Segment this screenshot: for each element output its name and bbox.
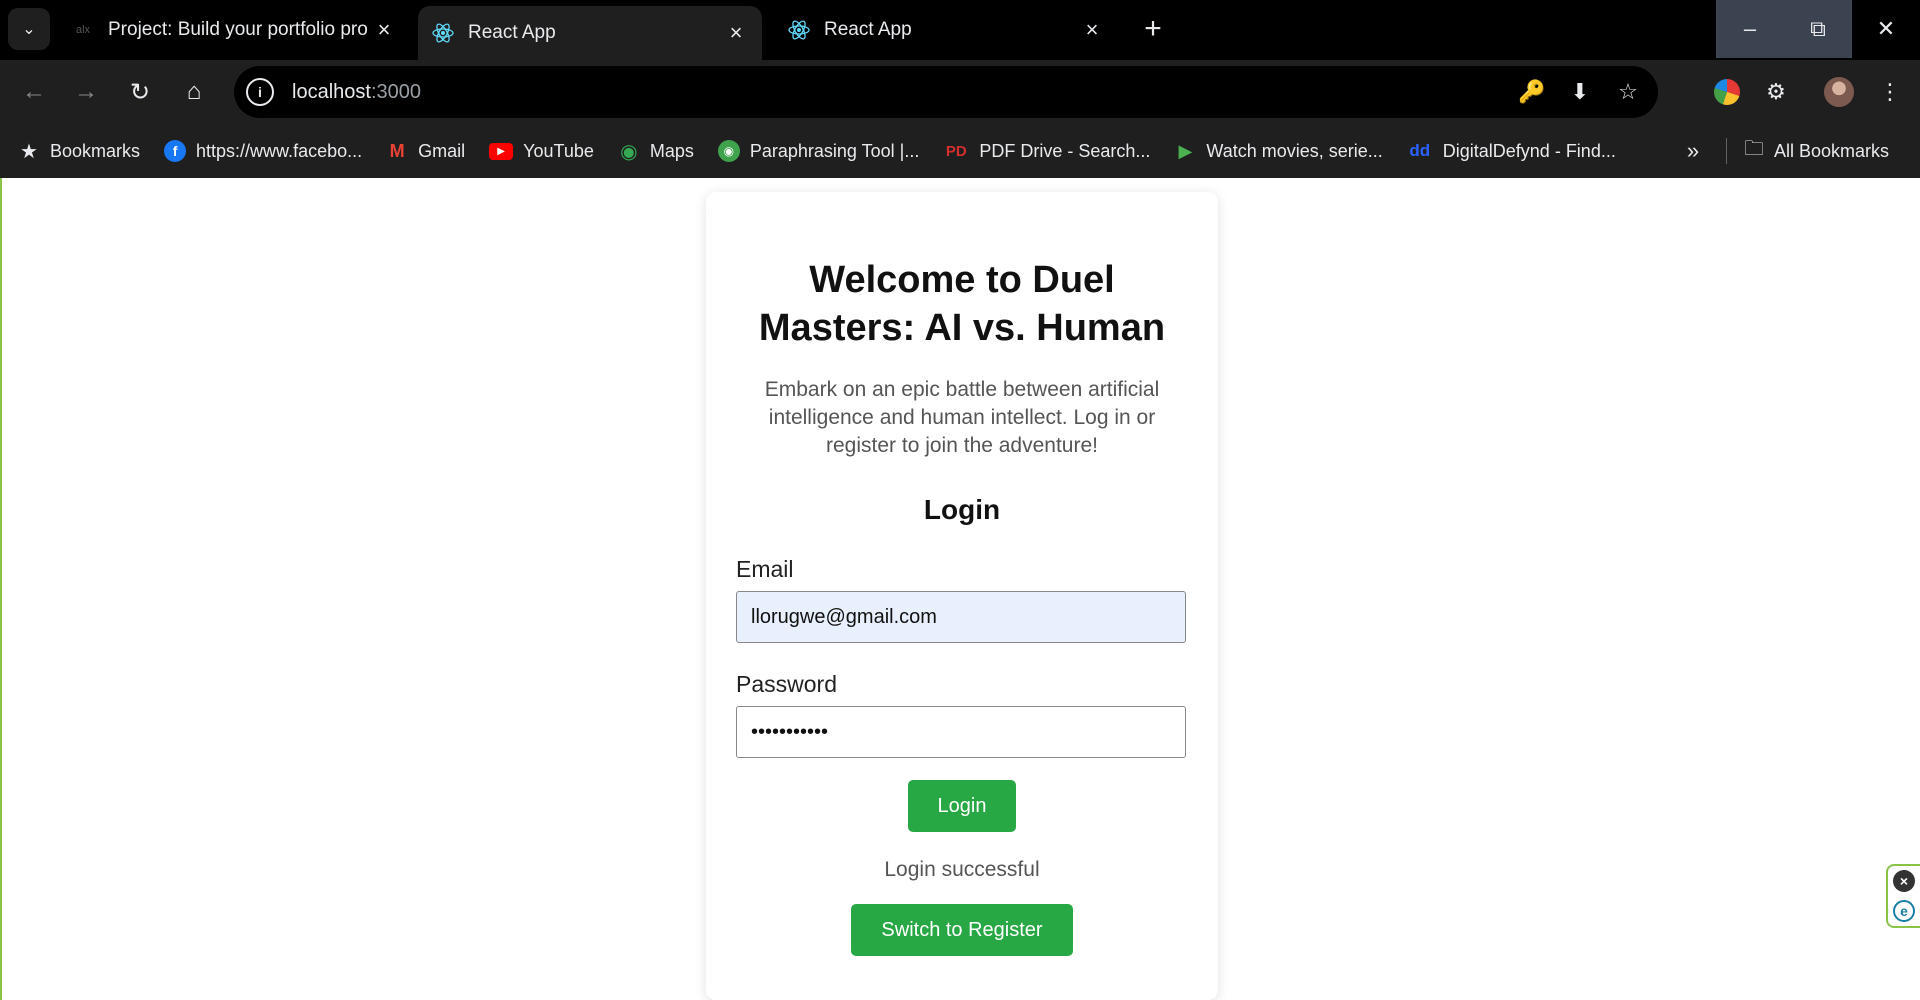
play-icon: ▶ [1178,140,1193,161]
tab-strip: ⌄ alx Project: Build your portfolio pro … [0,0,1920,60]
tab-portfolio[interactable]: alx Project: Build your portfolio pro × [58,6,410,54]
switch-to-register-button[interactable]: Switch to Register [851,904,1073,956]
password-field-group: Password [736,671,1188,758]
react-icon [788,19,810,41]
page-subtitle: Embark on an epic battle between artific… [764,378,1160,457]
window-controls: – ⧉ ✕ [1716,0,1920,58]
tab-react-app-active[interactable]: React App × [418,6,762,60]
install-app-icon[interactable]: ⬇ [1566,78,1594,106]
email-field[interactable] [736,591,1186,643]
bookmark-item[interactable]: dd DigitalDefynd - Find... [1407,140,1615,162]
url-text: localhost:3000 [292,80,421,103]
pdf-drive-icon: PD [945,142,967,160]
gmail-icon: M [389,140,405,161]
tab-title: React App [824,19,912,40]
browser-chrome: ⌄ alx Project: Build your portfolio pro … [0,0,1920,178]
new-tab-button[interactable]: + [1136,12,1170,46]
folder-icon: 🗀 [1744,138,1764,160]
address-bar[interactable]: i localhost:3000 🔑 ⬇ ☆ [234,66,1658,118]
page-title: Welcome to Duel Masters: AI vs. Human [758,259,1166,349]
bookmark-item[interactable]: ★ Bookmarks [18,140,140,163]
bookmark-item[interactable]: f https://www.facebo... [164,140,362,162]
password-label: Password [736,671,837,697]
browser-toolbar: ← → ↻ ⌂ i localhost:3000 🔑 ⬇ ☆ ⚙ ⋮ [0,60,1920,124]
form-heading: Login [923,494,1001,525]
extensions-puzzle-icon[interactable]: ⚙ [1756,72,1796,112]
react-icon [432,22,454,44]
home-icon[interactable]: ⌂ [174,72,214,112]
widget-close-icon[interactable]: × [1893,870,1915,892]
digitaldefynd-icon: dd [1409,141,1431,160]
bookmark-item[interactable]: PD PDF Drive - Search... [943,140,1150,162]
bookmark-item[interactable]: ◉ Paraphrasing Tool |... [717,140,919,162]
tab-search-button[interactable]: ⌄ [8,8,50,50]
password-key-icon[interactable]: 🔑 [1518,78,1546,106]
chevron-down-icon: ⌄ [22,21,36,38]
back-icon[interactable]: ← [14,72,54,112]
login-card: Welcome to Duel Masters: AI vs. Human Em… [706,192,1218,1000]
star-icon: ★ [20,140,38,163]
bookmark-star-icon[interactable]: ☆ [1614,78,1642,106]
status-message: Login successful [884,858,1040,881]
bookmark-item[interactable]: M Gmail [386,140,466,162]
maps-icon: ◉ [620,140,638,163]
chevron-double-right-icon[interactable]: » [1676,134,1710,168]
minimize-icon[interactable]: – [1716,0,1784,58]
password-field[interactable] [736,706,1186,758]
tab-title: React App [468,22,556,43]
paraphrase-icon: ◉ [717,140,740,162]
page-content: Welcome to Duel Masters: AI vs. Human Em… [0,178,1920,1000]
widget-e-icon[interactable]: e [1893,900,1915,922]
facebook-icon: f [164,140,187,162]
close-icon[interactable]: × [372,17,396,42]
extension-icon[interactable] [1714,79,1740,105]
restore-icon[interactable]: ⧉ [1784,0,1852,58]
site-info-icon[interactable]: i [246,78,274,106]
all-bookmarks-button[interactable]: 🗀 All Bookmarks [1744,124,1889,178]
bookmarks-bar: ★ Bookmarks f https://www.facebo... M Gm… [0,124,1920,178]
login-button[interactable]: Login [908,780,1016,832]
email-label: Email [736,556,794,582]
profile-avatar[interactable] [1824,77,1854,107]
forward-icon[interactable]: → [66,72,106,112]
menu-dots-icon[interactable]: ⋮ [1870,72,1910,112]
reload-icon[interactable]: ↻ [120,72,160,112]
close-icon[interactable]: × [724,20,748,45]
tab-react-app[interactable]: React App × [774,6,1118,54]
side-extension-widget: × e [1886,864,1920,928]
window-close-icon[interactable]: ✕ [1852,0,1920,58]
alx-icon: alx [75,24,91,36]
youtube-icon: ▶ [489,142,514,160]
divider [1726,138,1727,164]
bookmark-item[interactable]: ▶ Watch movies, serie... [1174,140,1382,162]
bookmark-item[interactable]: ▶ YouTube [489,141,594,162]
bookmark-item[interactable]: ◉ Maps [618,140,694,163]
tab-title: Project: Build your portfolio pro [108,19,368,40]
email-field-group: Email [736,556,1188,643]
close-icon[interactable]: × [1080,17,1104,42]
